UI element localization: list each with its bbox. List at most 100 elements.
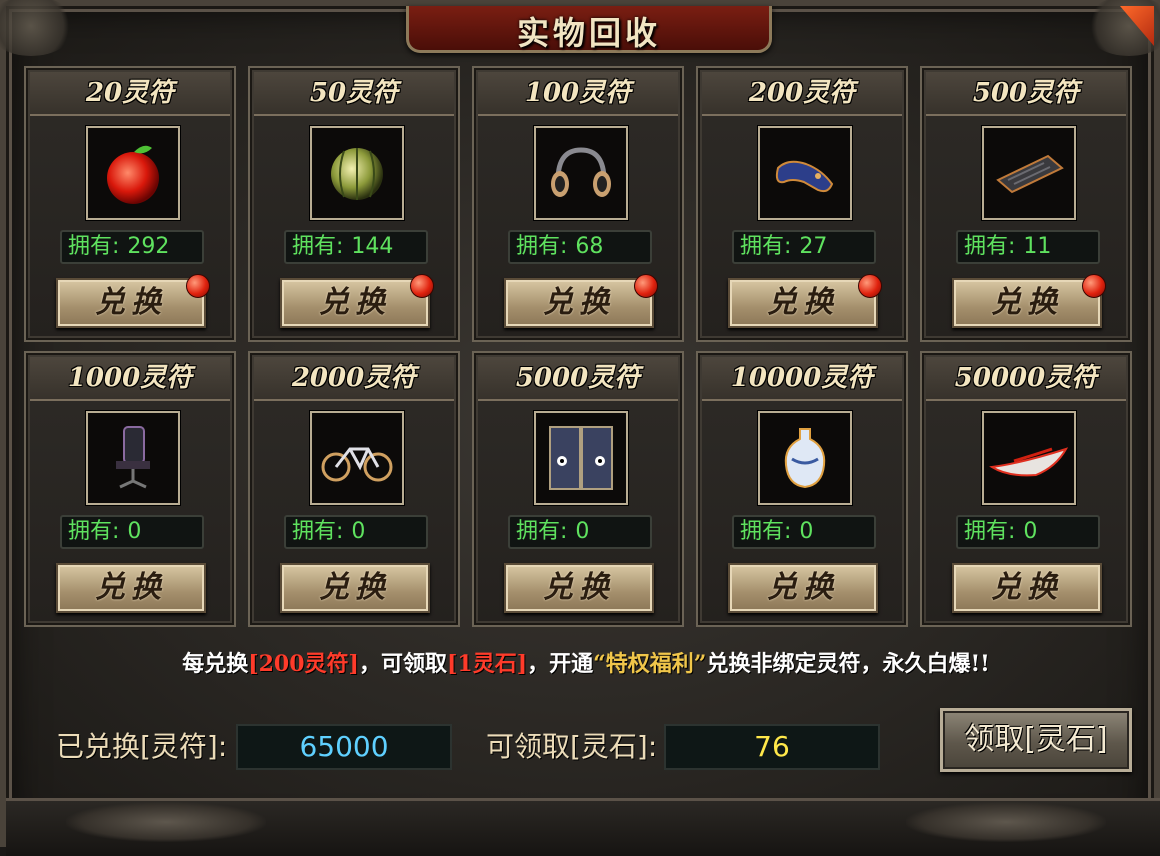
card-header: 1000灵符 (30, 357, 230, 401)
bottom-ornament (66, 802, 266, 842)
exchanged-label: 已兑换[灵符]: (56, 730, 228, 763)
melon-icon (310, 126, 404, 220)
bicycle-icon (310, 411, 404, 505)
notice-text: ，开通 (527, 651, 594, 677)
notification-dot-icon (1082, 274, 1106, 298)
owned-label: 拥有: (964, 234, 1016, 259)
claim-spirit-stone-button[interactable]: 领取[灵石] (940, 708, 1132, 772)
exchange-button[interactable]: 兑换 (56, 563, 206, 613)
owned-count: 拥有: 0 (732, 515, 876, 549)
exchange-button[interactable]: 兑换 (952, 563, 1102, 613)
owned-label: 拥有: (516, 234, 568, 259)
owned-value: 0 (1023, 519, 1038, 544)
notification-dot-icon (858, 274, 882, 298)
exchange-button-label: 兑换 (991, 285, 1063, 320)
exchange-button-label: 兑换 (543, 570, 615, 605)
notice-highlight: [1灵石] (446, 651, 528, 677)
owned-label: 拥有: (964, 519, 1016, 544)
reward-card: 50000灵符 拥有: 0 兑换 (920, 351, 1132, 627)
owned-count: 拥有: 68 (508, 230, 652, 264)
reward-card: 10000灵符 拥有: 0 兑换 (696, 351, 908, 627)
exchange-notice: 每兑换[200灵符]，可领取[1灵石]，开通“特权福利”兑换非绑定灵符，永久白爆… (26, 642, 1146, 686)
card-header: 50000灵符 (926, 357, 1126, 401)
title-plaque: 实物回收 (406, 6, 772, 53)
notice-highlight: “特权福利” (593, 651, 707, 677)
claimable-label: 可领取[灵石]: (486, 730, 658, 763)
gamepad-icon (758, 126, 852, 220)
card-title: 500灵符 (972, 78, 1080, 108)
card-title: 1000灵符 (67, 363, 193, 393)
card-header: 500灵符 (926, 72, 1126, 116)
gaming-chair-icon (86, 411, 180, 505)
reward-card: 20灵符 拥有: 292 兑换 (24, 66, 236, 342)
card-title: 2000灵符 (291, 363, 417, 393)
card-title: 5000灵符 (515, 363, 641, 393)
exchange-button-label: 兑换 (319, 570, 391, 605)
card-header: 50灵符 (254, 72, 454, 116)
exchange-button[interactable]: 兑换 (952, 274, 1106, 328)
exchanged-value: 65000 (299, 730, 389, 763)
notification-dot-icon (186, 274, 210, 298)
fridge-icon (534, 411, 628, 505)
exchange-button-label: 兑换 (95, 285, 167, 320)
owned-value: 27 (799, 234, 828, 259)
card-header: 2000灵符 (254, 357, 454, 401)
exchange-button-label: 兑换 (767, 570, 839, 605)
bottom-ornament (906, 802, 1106, 842)
card-header: 100灵符 (478, 72, 678, 116)
exchange-button[interactable]: 兑换 (504, 274, 658, 328)
headphones-icon (534, 126, 628, 220)
exchanged-value-box: 65000 (236, 724, 452, 770)
card-title: 200灵符 (748, 78, 856, 108)
recycle-panel: 实物回收 20灵符 拥有: 292 兑换 50灵符 拥有: 144 兑换 100灵符 (0, 0, 1160, 856)
owned-label: 拥有: (740, 234, 792, 259)
notice-text: 每兑换 (182, 651, 249, 677)
owned-value: 144 (351, 234, 394, 259)
apple-icon (86, 126, 180, 220)
corner-ornament (0, 0, 76, 56)
card-header: 20灵符 (30, 72, 230, 116)
porcelain-vase-icon (758, 411, 852, 505)
exchange-button-label: 兑换 (991, 570, 1063, 605)
claimable-value: 76 (754, 730, 790, 763)
owned-value: 0 (799, 519, 814, 544)
reward-card: 1000灵符 拥有: 0 兑换 (24, 351, 236, 627)
owned-label: 拥有: (292, 519, 344, 544)
notification-dot-icon (634, 274, 658, 298)
claim-button-label: 领取[灵石] (964, 722, 1108, 757)
owned-label: 拥有: (516, 519, 568, 544)
notice-highlight: [200灵符] (248, 651, 359, 677)
reward-card: 5000灵符 拥有: 0 兑换 (472, 351, 684, 627)
yacht-icon (982, 411, 1076, 505)
card-header: 200灵符 (702, 72, 902, 116)
reward-card: 50灵符 拥有: 144 兑换 (248, 66, 460, 342)
owned-count: 拥有: 11 (956, 230, 1100, 264)
owned-value: 68 (575, 234, 604, 259)
card-title: 20灵符 (85, 78, 175, 108)
card-title: 50灵符 (309, 78, 399, 108)
exchange-button-label: 兑换 (95, 570, 167, 605)
owned-count: 拥有: 144 (284, 230, 428, 264)
exchange-button[interactable]: 兑换 (280, 274, 434, 328)
card-title: 10000灵符 (730, 363, 874, 393)
exchange-button-label: 兑换 (319, 285, 391, 320)
owned-value: 0 (351, 519, 366, 544)
owned-label: 拥有: (740, 519, 792, 544)
exchange-button[interactable]: 兑换 (280, 563, 430, 613)
exchange-button[interactable]: 兑换 (728, 563, 878, 613)
keyboard-icon (982, 126, 1076, 220)
notice-text: ，可领取 (358, 651, 447, 677)
owned-count: 拥有: 0 (284, 515, 428, 549)
exchange-button-label: 兑换 (767, 285, 839, 320)
reward-card: 100灵符 拥有: 68 兑换 (472, 66, 684, 342)
exchange-button[interactable]: 兑换 (56, 274, 210, 328)
exchange-button[interactable]: 兑换 (504, 563, 654, 613)
notice-text: 兑换非绑定灵符，永久白爆!! (706, 651, 990, 677)
owned-label: 拥有: (292, 234, 344, 259)
exchange-button[interactable]: 兑换 (728, 274, 882, 328)
window-title: 实物回收 (516, 14, 661, 52)
claimable-value-box: 76 (664, 724, 880, 770)
owned-count: 拥有: 0 (508, 515, 652, 549)
owned-value: 0 (575, 519, 590, 544)
reward-card: 500灵符 拥有: 11 兑换 (920, 66, 1132, 342)
